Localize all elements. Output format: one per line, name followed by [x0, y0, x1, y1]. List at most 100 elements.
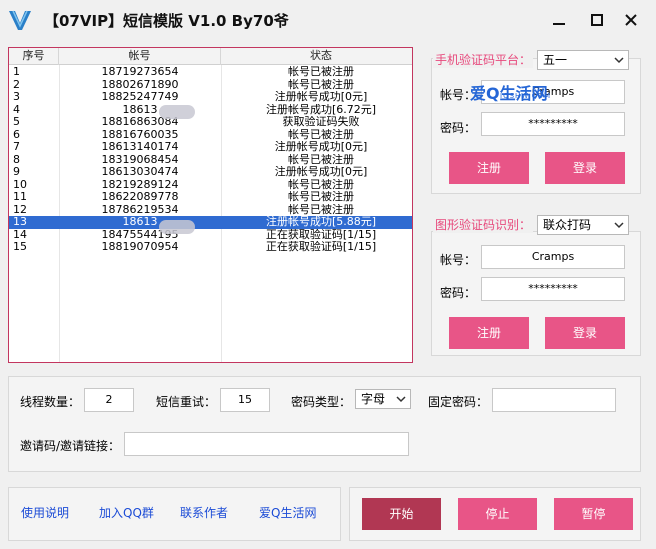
row-account: 18816760035	[101, 128, 179, 141]
site-link[interactable]: 爱Q生活网	[259, 504, 316, 521]
table-row[interactable]: 11 18622089778 帐号已被注册	[9, 191, 412, 204]
pause-button[interactable]: 暂停	[554, 498, 633, 530]
fixed-password-label: 固定密码：	[428, 395, 489, 409]
header-account[interactable]: 帐号	[59, 48, 221, 65]
captcha-register-button[interactable]: 注册	[449, 317, 529, 349]
sms-platform-value: 五一	[543, 53, 568, 67]
row-account: 18816863084	[101, 116, 179, 128]
captcha-select[interactable]: 联众打码	[537, 215, 629, 235]
stop-button[interactable]: 停止	[458, 498, 537, 530]
sms-password-label: 密码：	[440, 121, 477, 135]
fixed-password-input[interactable]	[492, 388, 616, 412]
privacy-blur	[159, 105, 195, 119]
retry-label: 短信重试：	[156, 395, 217, 409]
row-account: 18613140174	[101, 141, 179, 153]
threads-input[interactable]: 2	[84, 388, 134, 412]
row-status: 注册帐号成功[5.88元]	[265, 216, 377, 228]
row-status: 帐号已被注册	[288, 153, 354, 166]
sms-platform-label: 手机验证码平台：	[433, 51, 534, 68]
password-type-value: 字母	[361, 392, 386, 406]
table-row[interactable]: 12 18786219534 帐号已被注册	[9, 204, 412, 217]
row-status: 正在获取验证码[1/15]	[265, 241, 377, 253]
row-account: 18802671890	[101, 78, 179, 91]
row-seq: 13	[13, 216, 27, 228]
table-row[interactable]: 6 18816760035 帐号已被注册	[9, 129, 412, 142]
row-seq: 8	[13, 153, 20, 166]
threads-label: 线程数量：	[20, 395, 81, 409]
table-row[interactable]: 14 18475544195 正在获取验证码[1/15]	[9, 229, 412, 242]
captcha-password-input[interactable]: *********	[481, 277, 625, 301]
row-seq: 3	[13, 91, 20, 103]
invite-label: 邀请码/邀请链接：	[20, 439, 121, 453]
help-link[interactable]: 使用说明	[21, 504, 69, 521]
sms-password-input[interactable]: *********	[481, 112, 625, 136]
captcha-account-label: 帐号：	[440, 253, 477, 267]
row-account: 18475544195	[101, 228, 179, 241]
row-seq: 2	[13, 78, 20, 91]
row-status: 正在获取验证码[1/15]	[265, 228, 377, 241]
password-type-select[interactable]: 字母	[355, 389, 411, 409]
table-body: 1 18719273654 帐号已被注册 2 18802671890 帐号已被注册 3 188…	[9, 66, 412, 254]
retry-input[interactable]: 15	[220, 388, 270, 412]
window-title: 【07VIP】短信模版 V1.0 By70爷	[44, 12, 289, 30]
sms-register-button[interactable]: 注册	[449, 152, 529, 184]
row-status: 注册帐号成功[0元]	[274, 166, 368, 178]
row-status: 获取验证码失败	[282, 116, 360, 128]
row-status: 注册帐号成功[0元]	[274, 91, 368, 103]
contact-author-link[interactable]: 联系作者	[180, 504, 228, 521]
invite-input[interactable]	[124, 432, 409, 456]
captcha-label: 图形验证码识别：	[433, 216, 534, 233]
table-row[interactable]: 7 18613140174 注册帐号成功[0元]	[9, 141, 412, 154]
row-status: 帐号已被注册	[288, 178, 354, 191]
row-account: 18825247749	[101, 91, 179, 103]
row-seq: 1	[13, 66, 20, 78]
sms-login-button[interactable]: 登录	[545, 152, 625, 184]
maximize-icon[interactable]	[585, 8, 609, 32]
row-status: 注册帐号成功[0元]	[274, 141, 368, 153]
privacy-blur	[159, 220, 195, 234]
account-table[interactable]: 序号 帐号 状态 1 18719273654 帐号已被注册 2 18802671890 帐…	[8, 47, 413, 363]
v-logo-icon	[9, 10, 31, 30]
row-account: 18613	[122, 216, 158, 228]
row-status: 帐号已被注册	[288, 78, 354, 91]
qq-group-link[interactable]: 加入QQ群	[99, 504, 154, 521]
table-row[interactable]: 5 18816863084 获取验证码失败	[9, 116, 412, 129]
row-seq: 15	[13, 241, 27, 253]
table-row[interactable]: 13 18613 注册帐号成功[5.88元]	[9, 216, 412, 229]
table-row[interactable]: 2 18802671890 帐号已被注册	[9, 79, 412, 92]
header-seq[interactable]: 序号	[9, 48, 59, 65]
table-row[interactable]: 15 18819070954 正在获取验证码[1/15]	[9, 241, 412, 254]
table-row[interactable]: 1 18719273654 帐号已被注册	[9, 66, 412, 79]
row-status: 帐号已被注册	[288, 128, 354, 141]
row-status: 帐号已被注册	[288, 191, 354, 203]
row-account: 18319068454	[101, 153, 179, 166]
row-account: 18613030474	[101, 166, 179, 178]
row-seq: 4	[13, 103, 20, 116]
watermark-sub: IQSHW.COM	[500, 92, 552, 100]
row-seq: 11	[13, 191, 27, 203]
sms-platform-select[interactable]: 五一	[537, 50, 629, 70]
row-account: 18786219534	[101, 203, 179, 216]
captcha-password-label: 密码：	[440, 286, 477, 300]
row-seq: 12	[13, 203, 27, 216]
close-icon[interactable]	[619, 8, 643, 32]
table-row[interactable]: 9 18613030474 注册帐号成功[0元]	[9, 166, 412, 179]
table-row[interactable]: 8 18319068454 帐号已被注册	[9, 154, 412, 167]
table-row[interactable]: 4 18613 注册帐号成功[6.72元]	[9, 104, 412, 117]
row-seq: 7	[13, 141, 20, 153]
row-seq: 9	[13, 166, 20, 178]
header-status[interactable]: 状态	[221, 48, 412, 65]
site-watermark: 爱Q生活网 IQSHW.COM	[470, 80, 600, 103]
start-button[interactable]: 开始	[362, 498, 441, 530]
table-row[interactable]: 3 18825247749 注册帐号成功[0元]	[9, 91, 412, 104]
chevron-down-icon	[396, 396, 406, 403]
row-account: 18819070954	[101, 241, 179, 253]
chevron-down-icon	[614, 57, 624, 64]
minimize-icon[interactable]	[547, 8, 571, 32]
row-seq: 14	[13, 228, 27, 241]
captcha-login-button[interactable]: 登录	[545, 317, 625, 349]
table-row[interactable]: 10 18219289124 帐号已被注册	[9, 179, 412, 192]
chevron-down-icon	[614, 222, 624, 229]
captcha-account-input[interactable]: Cramps	[481, 245, 625, 269]
row-account: 18613	[122, 103, 158, 116]
